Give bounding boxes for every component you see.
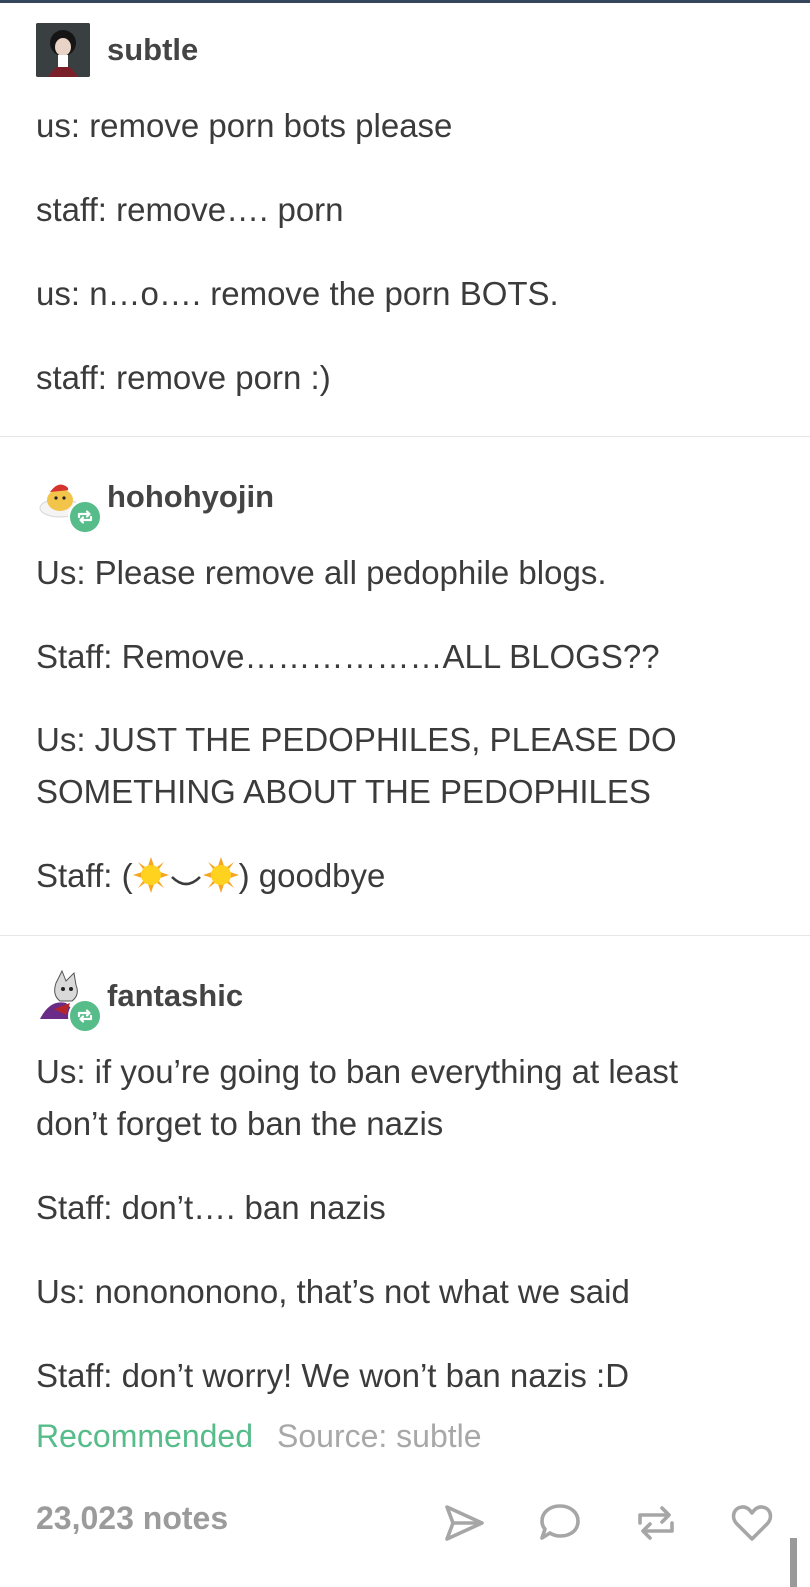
avatar[interactable] — [36, 23, 90, 77]
line-suffix: ) goodbye — [238, 857, 386, 894]
scrollbar[interactable] — [790, 1538, 797, 1587]
recommended-label[interactable]: Recommended — [36, 1418, 253, 1454]
post-header-subtle[interactable]: subtle — [36, 22, 198, 78]
post-text-line: Staff: Remove………………ALL BLOGS?? — [36, 638, 660, 675]
notes-count[interactable]: 23,023 notes — [36, 1500, 228, 1537]
post-text-line: Staff: don’t worry! We won’t ban nazis :… — [36, 1357, 630, 1394]
sun-emoji-icon — [132, 857, 169, 893]
comment-button[interactable] — [536, 1500, 584, 1546]
username[interactable]: subtle — [107, 32, 198, 68]
reblog-button[interactable] — [632, 1500, 680, 1546]
post-actions — [440, 1500, 776, 1546]
smile-mouth-icon — [170, 876, 201, 886]
avatar[interactable] — [36, 969, 102, 1033]
post-text-line: SOMETHING ABOUT THE PEDOPHILES — [36, 773, 651, 810]
avatar[interactable] — [36, 470, 102, 534]
post-text-line: Us: if you’re going to ban everything at… — [36, 1053, 679, 1090]
sun-emoji-icon — [202, 857, 239, 893]
post-text-line: staff: remove porn :) — [36, 359, 331, 396]
line-prefix: Staff: ( — [36, 857, 133, 894]
post-text-line-emoji: Staff: ( ) goodbye — [36, 850, 385, 902]
share-icon — [445, 1505, 484, 1541]
source-link[interactable]: Source: subtle — [277, 1418, 482, 1454]
post-divider — [0, 935, 810, 936]
reblog-icon — [638, 1506, 674, 1540]
post-text-line: Us: nonononono, that’s not what we said — [36, 1273, 630, 1310]
post-text-line: Staff: don’t…. ban nazis — [36, 1189, 386, 1226]
username[interactable]: hohohyojin — [107, 479, 274, 515]
post-text-line: don’t forget to ban the nazis — [36, 1105, 444, 1142]
post-text-line: Us: JUST THE PEDOPHILES, PLEASE DO — [36, 721, 677, 758]
post-header-hohohyojin[interactable]: hohohyojin — [36, 469, 274, 534]
post-text-line: Us: Please remove all pedophile blogs. — [36, 554, 607, 591]
share-button[interactable] — [440, 1500, 488, 1546]
post-text-line: us: n…o…. remove the porn BOTS. — [36, 275, 559, 312]
username[interactable]: fantashic — [107, 978, 243, 1014]
post-header-fantashic[interactable]: fantashic — [36, 968, 243, 1033]
post-text-line: staff: remove…. porn — [36, 191, 344, 228]
heart-icon — [731, 1505, 773, 1541]
post-divider — [0, 436, 810, 437]
top-border — [0, 0, 810, 3]
reblog-icon — [68, 500, 102, 534]
like-button[interactable] — [728, 1500, 776, 1546]
reblog-icon — [68, 999, 102, 1033]
post-tags: Recommended Source: subtle — [36, 1418, 482, 1455]
post-text-line: us: remove porn bots please — [36, 107, 453, 144]
comment-icon — [540, 1504, 580, 1540]
